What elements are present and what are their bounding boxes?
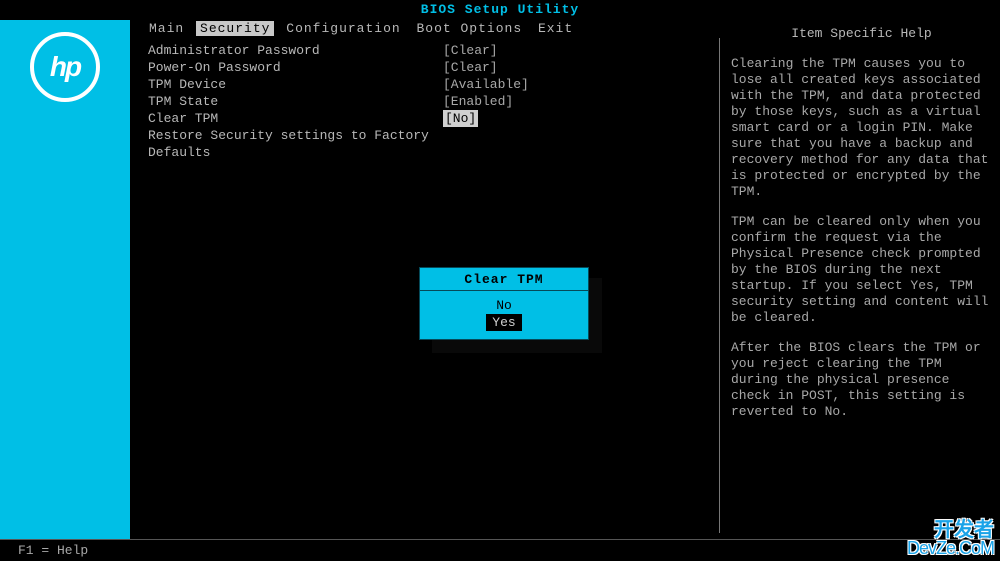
setting-value: [Clear] [443,59,498,76]
menu-item-security[interactable]: Security [196,21,274,36]
app-title: BIOS Setup Utility [0,0,1000,20]
dialog-option-yes[interactable]: Yes [486,314,521,331]
dialog-option-row: Yes [420,314,588,331]
setting-label: TPM State [148,93,443,110]
help-paragraph: TPM can be cleared only when you confirm… [731,214,992,326]
setting-label: Restore Security settings to Factory Def… [148,127,443,144]
footer-bar: F1 = Help [0,539,1000,561]
setting-row[interactable]: Restore Security settings to Factory Def… [148,127,701,144]
help-paragraph: After the BIOS clears the TPM or you rej… [731,340,992,420]
clear-tpm-dialog: Clear TPM NoYes [419,267,589,340]
dialog-option-no[interactable]: No [496,298,512,313]
help-title: Item Specific Help [731,26,992,42]
dialog-options: NoYes [420,291,588,339]
setting-label: TPM Device [148,76,443,93]
logo-panel: hp [0,20,130,550]
setting-label: Administrator Password [148,42,443,59]
setting-value: [Clear] [443,42,498,59]
help-hint: F1 = Help [18,543,88,558]
setting-row[interactable]: Power-On Password[Clear] [148,59,701,76]
help-paragraph: Clearing the TPM causes you to lose all … [731,56,992,200]
setting-row[interactable]: Clear TPM[No] [148,110,701,127]
menu-item-main[interactable]: Main [145,21,188,36]
top-menu: Main Security Configuration Boot Options… [145,20,577,38]
dialog-title: Clear TPM [420,268,588,291]
menu-item-boot-options[interactable]: Boot Options [413,21,527,36]
hp-logo-icon: hp [30,32,100,102]
setting-value: [Available] [443,76,529,93]
dialog-option-row: No [420,297,588,314]
setting-value: [No] [443,110,478,127]
menu-item-exit[interactable]: Exit [534,21,577,36]
menu-item-configuration[interactable]: Configuration [282,21,404,36]
help-panel: Item Specific Help Clearing the TPM caus… [721,20,1000,533]
setting-label: Power-On Password [148,59,443,76]
setting-label: Clear TPM [148,110,443,127]
setting-row[interactable]: TPM Device[Available] [148,76,701,93]
setting-row[interactable]: TPM State[Enabled] [148,93,701,110]
setting-row[interactable]: Administrator Password[Clear] [148,42,701,59]
setting-value: [Enabled] [443,93,513,110]
